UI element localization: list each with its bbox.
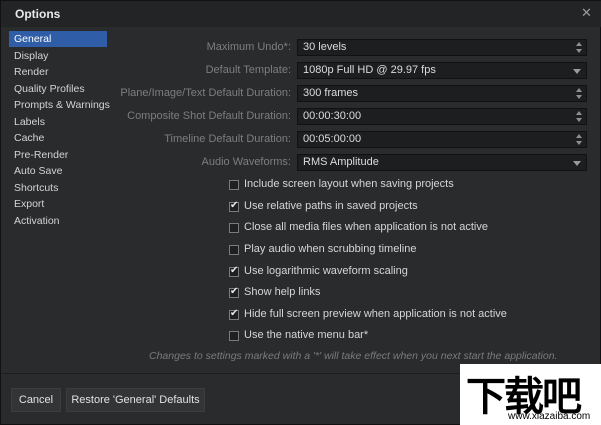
checkmark-icon[interactable] [229,286,239,298]
template-dropdown[interactable]: 1080p Full HD @ 29.97 fps [297,62,587,79]
checkbox-icon[interactable] [229,180,239,190]
title-bar[interactable]: Options ✕ [1,1,601,27]
spinner-arrows-icon[interactable] [576,110,583,123]
checkbox-label: Use the native menu bar* [244,329,369,341]
sidebar-item-shortcuts[interactable]: Shortcuts [9,180,107,196]
undo-label: Maximum Undo*: [206,41,291,53]
plane-duration-spinbox[interactable]: 300 frames [297,85,587,102]
template-value: 1080p Full HD @ 29.97 fps [303,64,436,76]
checkbox-label: Close all media files when application i… [244,221,488,233]
restore-defaults-button[interactable]: Restore 'General' Defaults [66,388,205,412]
spinner-arrows-icon[interactable] [576,87,583,100]
timeline-duration-label: Timeline Default Duration: [164,133,291,145]
shot-duration-value: 00:00:30:00 [303,110,362,122]
cancel-button[interactable]: Cancel [11,388,61,412]
checkmark-icon[interactable] [229,308,239,320]
close-icon[interactable]: ✕ [581,5,592,21]
sidebar-item-activation[interactable]: Activation [9,213,107,229]
checkbox-icon[interactable] [229,245,239,255]
chevron-down-icon [573,69,581,74]
checkbox-icon[interactable] [229,223,239,233]
watermark-logo: 下载吧 www.xiazaiba.com [460,364,601,425]
restart-note: Changes to settings marked with a '*' wi… [149,350,558,362]
options-dialog: Options ✕ General Display Render Quality… [0,0,601,425]
plane-duration-value: 300 frames [303,87,359,99]
checkbox-label: Use logarithmic waveform scaling [244,265,408,277]
waveforms-dropdown[interactable]: RMS Amplitude [297,154,587,171]
waveforms-value: RMS Amplitude [303,156,379,168]
chevron-down-icon [573,161,581,166]
checkbox-label: Include screen layout when saving projec… [244,178,454,190]
undo-value: 30 levels [303,41,347,53]
waveforms-label: Audio Waveforms: [201,156,291,168]
checkbox-icon[interactable] [229,331,239,341]
undo-spinbox[interactable]: 30 levels [297,39,587,56]
sidebar: General Display Render Quality Profiles … [9,31,110,371]
timeline-duration-value: 00:05:00:00 [303,133,362,145]
spinner-arrows-icon[interactable] [576,41,583,54]
shot-duration-label: Composite Shot Default Duration: [127,110,291,122]
template-label: Default Template: [205,64,291,76]
timeline-duration-field[interactable]: 00:05:00:00 [297,131,587,148]
checkbox-label: Use relative paths in saved projects [244,200,418,212]
spinner-arrows-icon[interactable] [576,133,583,146]
plane-duration-label: Plane/Image/Text Default Duration: [120,87,291,99]
shot-duration-field[interactable]: 00:00:30:00 [297,108,587,125]
checkbox-label: Show help links [244,286,321,298]
checkbox-label: Hide full screen preview when applicatio… [244,308,507,320]
checkmark-icon[interactable] [229,200,239,212]
checkmark-icon[interactable] [229,265,239,277]
watermark-url: www.xiazaiba.com [508,411,591,422]
dialog-title: Options [15,7,61,21]
checkbox-label: Play audio when scrubbing timeline [244,243,417,255]
sidebar-item-export[interactable]: Export [9,196,107,212]
